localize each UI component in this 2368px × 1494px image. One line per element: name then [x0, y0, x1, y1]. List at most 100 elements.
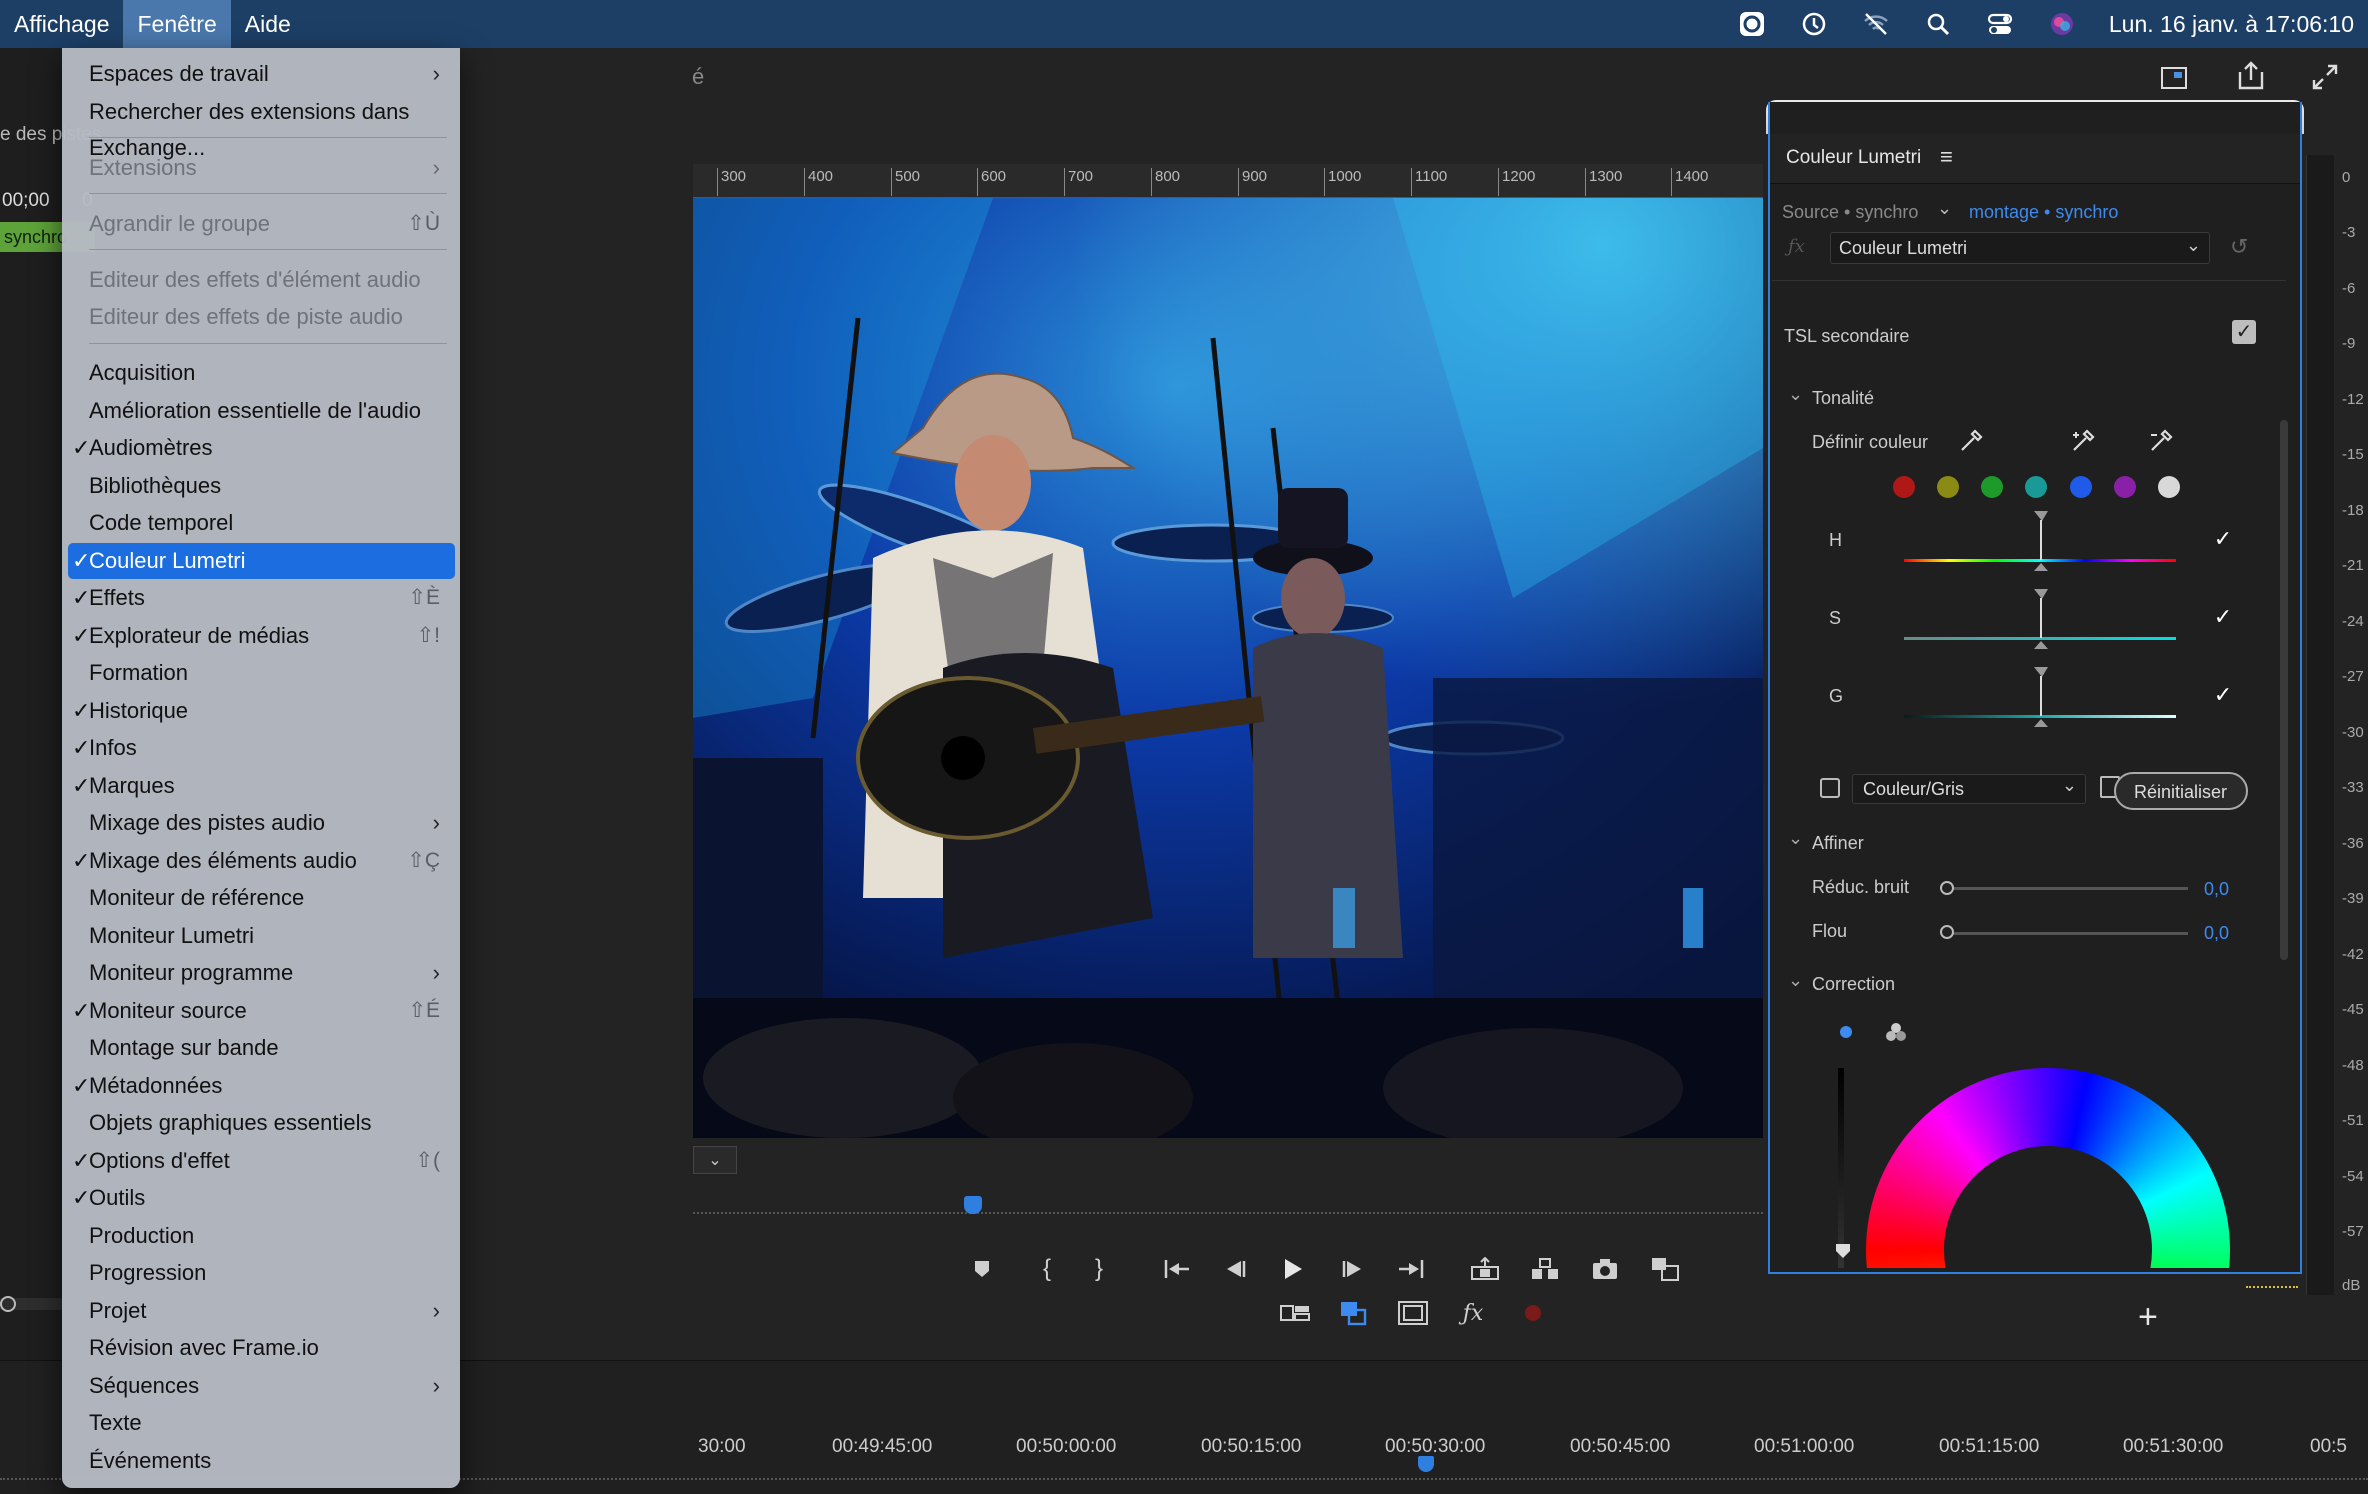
menu-item-audiometres[interactable]: ✓ Audiomètres [72, 430, 454, 466]
menu-item-mixage-des-pistes-audio[interactable]: Mixage des pistes audio › [72, 805, 454, 841]
eyedropper-remove-icon[interactable] [2148, 428, 2174, 459]
proxy-toggle-icon[interactable] [1338, 1298, 1368, 1328]
menu-item-explorateur-de-medias[interactable]: ✓ Explorateur de médias ⇧! [72, 618, 454, 654]
menu-item-options-d-effet[interactable]: ✓ Options d'effet ⇧( [72, 1143, 454, 1179]
panel-menu-icon[interactable]: ≡ [1940, 144, 1953, 170]
menu-item-bibliotheques[interactable]: Bibliothèques [72, 468, 454, 504]
menu-item-couleur-lumetri[interactable]: ✓ Couleur Lumetri [68, 542, 455, 579]
fullscreen-icon[interactable] [2310, 62, 2340, 97]
menu-item-historique[interactable]: ✓ Historique [72, 693, 454, 729]
menu-item-espaces-de-travail[interactable]: Espaces de travail › [72, 56, 454, 92]
menu-item-code-temporel[interactable]: Code temporel [72, 505, 454, 541]
lumetri-sequence-label[interactable]: montage • synchro [1969, 202, 2118, 223]
reset-button[interactable]: Réinitialiser [2114, 772, 2248, 810]
saturation-slider-handle[interactable] [2033, 588, 2049, 655]
record-icon[interactable] [1518, 1298, 1548, 1328]
menubar-fenetre[interactable]: Fenêtre [123, 0, 231, 48]
swatch-purple[interactable] [2114, 476, 2136, 498]
blur-value[interactable]: 0,0 [2204, 923, 2229, 944]
lift-icon[interactable] [1470, 1254, 1500, 1284]
add-marker-icon[interactable] [967, 1254, 997, 1284]
menu-item-metadonnees[interactable]: ✓ Métadonnées [72, 1068, 454, 1104]
export-frame-icon[interactable] [1590, 1254, 1620, 1284]
project-panel-icon[interactable] [2160, 64, 2190, 97]
section-correction[interactable]: Correction [1812, 974, 1895, 995]
denoise-slider-track[interactable] [1948, 887, 2188, 890]
menu-item-sequences[interactable]: Séquences › [72, 1368, 454, 1404]
menu-item-moniteur-source[interactable]: ✓ Moniteur source ⇧É [72, 993, 454, 1029]
safe-margins-icon[interactable] [1398, 1298, 1428, 1328]
menu-item-outils[interactable]: ✓ Outils [72, 1180, 454, 1216]
left-zoom-knob[interactable] [0, 1296, 16, 1312]
saturation-enable-check[interactable]: ✓ [2212, 606, 2234, 628]
siri-icon[interactable] [2047, 9, 2077, 39]
menu-item-effets[interactable]: ✓ Effets ⇧È [72, 580, 454, 616]
luminance-enable-check[interactable]: ✓ [2212, 684, 2234, 706]
menu-item-moniteur-de-reference[interactable]: Moniteur de référence [72, 880, 454, 916]
swatch-white[interactable] [2158, 476, 2180, 498]
menu-item-rechercher-des-extensions-dans-exchange[interactable]: Rechercher des extensions dans Exchange.… [72, 94, 454, 160]
eyedropper-icon[interactable] [1958, 428, 1984, 459]
lumetri-scrollbar[interactable] [2280, 420, 2288, 960]
lumetri-panel-title[interactable]: Couleur Lumetri [1786, 147, 1921, 169]
denoise-value[interactable]: 0,0 [2204, 879, 2229, 900]
program-monitor-video[interactable] [693, 198, 1763, 1138]
monitor-playhead[interactable] [964, 1196, 982, 1214]
swatch-teal[interactable] [2025, 476, 2047, 498]
menu-item-projet[interactable]: Projet › [72, 1293, 454, 1329]
go-to-in-icon[interactable] [1162, 1254, 1192, 1284]
swatch-red[interactable] [1893, 476, 1915, 498]
effect-select[interactable]: Couleur Lumetri ⌄ [1830, 232, 2210, 264]
timeline-playhead[interactable] [1418, 1456, 1434, 1472]
multicam-icon[interactable] [1280, 1298, 1310, 1328]
monitor-scrub-bar[interactable] [693, 1190, 1763, 1214]
search-icon[interactable] [1923, 9, 1953, 39]
menu-item-infos[interactable]: ✓ Infos [72, 730, 454, 766]
swatch-green[interactable] [1981, 476, 2003, 498]
menu-item-evenements[interactable]: Événements [72, 1443, 454, 1479]
reset-effect-icon[interactable]: ↺ [2230, 234, 2248, 260]
menu-item-production[interactable]: Production [72, 1218, 454, 1254]
menu-item-mixage-des-elements-audio[interactable]: ✓ Mixage des éléments audio ⇧Ç [72, 843, 454, 879]
menu-item-objets-graphiques-essentiels[interactable]: Objets graphiques essentiels [72, 1105, 454, 1141]
step-forward-icon[interactable] [1338, 1254, 1368, 1284]
hue-slider-handle[interactable] [2033, 510, 2049, 577]
section-affiner[interactable]: Affiner [1812, 833, 1864, 854]
mark-out-icon[interactable]: } [1084, 1254, 1114, 1284]
play-icon[interactable] [1278, 1254, 1308, 1284]
menu-item-acquisition[interactable]: Acquisition [72, 355, 454, 391]
denoise-slider-knob[interactable] [1940, 881, 1954, 895]
swatch-olive[interactable] [1937, 476, 1959, 498]
section-tsl-secondaire[interactable]: TSL secondaire [1784, 326, 1909, 347]
chevron-down-icon[interactable]: ⌄ [1788, 970, 1803, 991]
chevron-down-icon[interactable]: ⌄ [1788, 384, 1803, 405]
menu-item-montage-sur-bande[interactable]: Montage sur bande [72, 1030, 454, 1066]
luminance-slider-handle[interactable] [2033, 666, 2049, 733]
wifi-off-icon[interactable] [1861, 9, 1891, 39]
step-back-icon[interactable] [1220, 1254, 1250, 1284]
time-machine-icon[interactable] [1799, 9, 1829, 39]
tsl-enable-checkbox[interactable]: ✓ [2232, 320, 2256, 344]
control-center-icon[interactable] [1985, 9, 2015, 39]
menu-item-progression[interactable]: Progression [72, 1255, 454, 1291]
screen-record-icon[interactable] [1737, 9, 1767, 39]
menu-item-texte[interactable]: Texte [72, 1405, 454, 1441]
share-icon[interactable] [2236, 60, 2266, 97]
section-tonalite[interactable]: Tonalité [1812, 388, 1874, 409]
menu-item-formation[interactable]: Formation [72, 655, 454, 691]
menubar-aide[interactable]: Aide [231, 0, 305, 48]
color-wheel[interactable] [1866, 1068, 2230, 1268]
extract-icon[interactable] [1530, 1254, 1560, 1284]
single-wheel-mode-icon[interactable] [1840, 1026, 1852, 1038]
menu-item-amelioration-essentielle-de-l-audio[interactable]: Amélioration essentielle de l'audio [72, 393, 454, 429]
menubar-clock[interactable]: Lun. 16 janv. à 17:06:10 [2109, 11, 2354, 38]
wheel-luma-slider[interactable] [1838, 1068, 1844, 1268]
compare-view-icon[interactable] [1650, 1254, 1680, 1284]
blur-slider-track[interactable] [1948, 932, 2188, 935]
menu-item-marques[interactable]: ✓ Marques [72, 768, 454, 804]
chevron-down-icon[interactable]: ⌄ [1788, 828, 1803, 849]
fx-toggle-icon[interactable]: ƒx [1458, 1298, 1488, 1328]
go-to-out-icon[interactable] [1396, 1254, 1426, 1284]
blur-slider-knob[interactable] [1940, 925, 1954, 939]
swatch-blue[interactable] [2070, 476, 2092, 498]
